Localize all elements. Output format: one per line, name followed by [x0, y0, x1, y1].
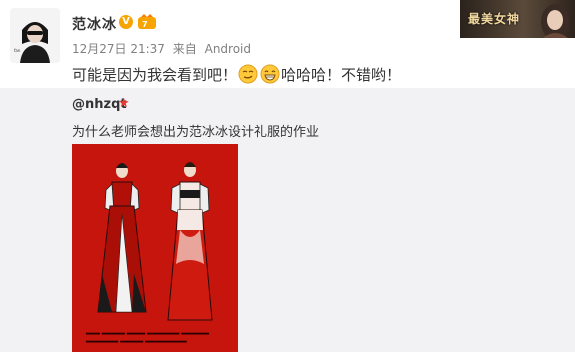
star-icon: ★: [118, 96, 130, 111]
woman-portrait-icon: fan: [10, 8, 60, 63]
post-text-part1: 可能是因为我会看到吧！: [72, 65, 238, 84]
grin-emoji-icon: [260, 64, 280, 84]
repost-text: 为什么老师会想出为范冰冰设计礼服的作业: [72, 125, 320, 140]
promo-banner[interactable]: 最美女神: [460, 0, 575, 38]
source-prefix: 来自: [172, 42, 197, 56]
reposted-post: @nhzqt ★ 为什么老师会想出为范冰冰设计礼服的作业 ▂▂▂ ▂▂▂▂▂ ▂…: [0, 88, 575, 352]
weibo-post: fan 范冰冰 V 7 12月27日 21:37 来自 Android 可能是因…: [0, 0, 575, 352]
post-source[interactable]: Android: [205, 42, 251, 56]
fashion-sketch-image[interactable]: ▂▂▂ ▂▂▂▂▂ ▂▂▂▂ ▂▂▂▂▂▂▂ ▂▂▂▂▂▂ ▂▂▂▂▂▂▂ ▂▂…: [72, 144, 238, 352]
svg-text:fan: fan: [14, 48, 21, 53]
smirk-emoji-icon: [238, 64, 258, 84]
author-name[interactable]: 范冰冰: [72, 14, 117, 34]
post-timestamp[interactable]: 12月27日 21:37: [72, 42, 165, 56]
banner-label: 最美女神: [468, 12, 521, 26]
post-text: 可能是因为我会看到吧！ 哈哈哈！不错哟！: [72, 63, 401, 85]
post-text-part2: 哈哈哈！不错哟！: [281, 65, 402, 84]
svg-text:7: 7: [142, 20, 148, 29]
vip-level-icon[interactable]: 7: [137, 14, 157, 30]
verified-badge-icon[interactable]: V: [119, 15, 133, 29]
post-meta: 12月27日 21:37 来自 Android: [72, 40, 255, 57]
gown-sketch-illustration: [72, 144, 238, 352]
author-avatar[interactable]: fan: [10, 8, 60, 63]
sketch-caption-text: ▂▂▂ ▂▂▂▂▂ ▂▂▂▂ ▂▂▂▂▂▂▂ ▂▂▂▂▂▂ ▂▂▂▂▂▂▂ ▂▂…: [86, 328, 209, 343]
